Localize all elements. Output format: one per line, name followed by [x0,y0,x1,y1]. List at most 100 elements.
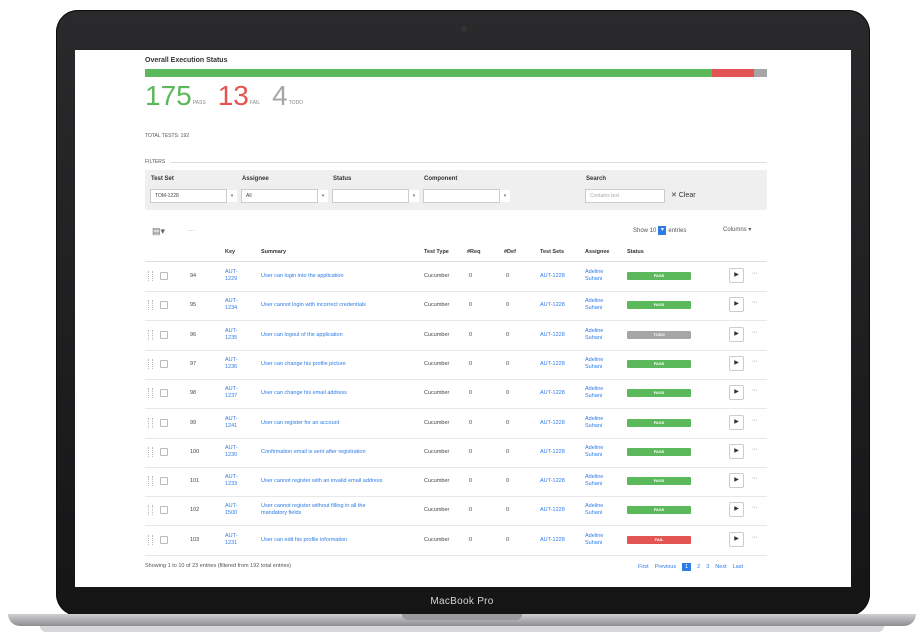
row-checkbox[interactable] [160,301,168,310]
assignee-link[interactable]: Adeline Suhani [585,269,603,283]
test-summary-link[interactable]: User can register for an account [261,420,419,427]
table-row[interactable]: 97 AUT- 1236 User can change his profile pi… [145,350,767,380]
page-3[interactable]: 3 [706,564,709,570]
row-checkbox[interactable] [160,389,168,398]
assignee-link[interactable]: Adeline Suhani [585,503,603,517]
page-size-select[interactable]: ▾ [658,226,667,235]
last-link[interactable]: Last [733,564,743,570]
more-icon[interactable]: ··· [751,358,758,365]
test-set-link[interactable]: AUT-1228 [540,273,565,280]
row-checkbox[interactable] [160,477,168,486]
more-icon[interactable]: ··· [751,417,758,424]
clear-button[interactable]: ✕ Clear [667,189,700,203]
page-1[interactable]: 1 [682,563,692,571]
test-key-link[interactable]: AUT- 1500 [225,503,238,517]
more-icon[interactable]: ··· [751,299,758,306]
play-icon[interactable]: ▶ [729,414,744,430]
more-icon[interactable]: ··· [751,387,758,394]
previous-link[interactable]: Previous [655,564,676,570]
search-input[interactable]: Contains text [585,189,665,203]
header-status[interactable]: Status [627,249,644,255]
table-row[interactable]: 100 AUT- 1230 Confirmation email is sent af… [145,438,767,468]
drag-handle-icon[interactable] [148,329,153,340]
assignee-link[interactable]: Adeline Suhani [585,298,603,312]
test-summary-link[interactable]: User can login into the application [261,273,419,280]
more-icon[interactable]: ··· [751,534,758,541]
play-icon[interactable]: ▶ [729,297,744,313]
test-summary-link[interactable]: User cannot login with incorrect credent… [261,302,419,309]
assignee-link[interactable]: Adeline Suhani [585,445,603,459]
test-set-link[interactable]: AUT-1228 [540,420,565,427]
test-key-link[interactable]: AUT- 1235 [225,328,238,342]
more-icon[interactable]: ··· [751,270,758,277]
header-req[interactable]: #Req [467,249,480,255]
page-2[interactable]: 2 [697,564,700,570]
more-icon[interactable]: ··· [751,504,758,511]
table-row[interactable]: 96 AUT- 1235 User can logout of the applica… [145,321,767,351]
test-key-link[interactable]: AUT- 1237 [225,386,238,400]
table-row[interactable]: 98 AUT- 1237 User can change his email addr… [145,379,767,410]
test-summary-link[interactable]: User cannot register with an invalid ema… [261,478,419,485]
play-icon[interactable]: ▶ [729,268,744,283]
test-set-link[interactable]: AUT-1228 [540,302,565,309]
row-checkbox[interactable] [160,447,168,456]
test-key-link[interactable]: AUT- 1241 [225,416,238,430]
row-checkbox[interactable] [160,418,168,427]
test-set-link[interactable]: AUT-1228 [540,537,565,544]
header-summary[interactable]: Summary [261,249,286,255]
more-icon[interactable]: ··· [187,226,195,235]
table-row[interactable]: 99 AUT- 1241 User can register for an accou… [145,409,767,439]
assignee-select[interactable]: All ▾ [241,189,328,203]
play-icon[interactable]: ▶ [729,531,744,547]
test-summary-link[interactable]: User can logout of the application [261,332,419,339]
test-summary-link[interactable]: User can change his email address [261,390,419,397]
table-row[interactable]: 102 AUT- 1500 User cannot register without … [145,496,767,527]
assignee-link[interactable]: Adeline Suhani [585,474,603,488]
table-row[interactable]: 101 AUT- 1233 User cannot register with an … [145,467,767,498]
drag-handle-icon[interactable] [148,534,153,545]
test-set-link[interactable]: AUT-1228 [540,449,565,456]
row-checkbox[interactable] [160,330,168,339]
test-set-link[interactable]: AUT-1228 [540,507,565,514]
drag-handle-icon[interactable] [148,271,153,281]
row-checkbox[interactable] [160,359,168,368]
export-icon[interactable]: ▤▾ [152,226,165,237]
status-select[interactable]: ▾ [332,189,419,203]
assignee-link[interactable]: Adeline Suhani [585,357,603,371]
test-key-link[interactable]: AUT- 1229 [225,269,238,283]
first-link[interactable]: First [638,564,649,570]
test-set-select[interactable]: TOM-1228 ▾ [150,189,237,203]
header-assignee[interactable]: Assignee [585,249,609,255]
test-key-link[interactable]: AUT- 1231 [225,533,238,547]
play-icon[interactable]: ▶ [729,473,744,489]
drag-handle-icon[interactable] [148,505,153,516]
test-set-link[interactable]: AUT-1228 [540,390,565,397]
test-key-link[interactable]: AUT- 1233 [225,474,238,488]
drag-handle-icon[interactable] [148,358,153,369]
drag-handle-icon[interactable] [148,300,153,311]
drag-handle-icon[interactable] [148,417,153,428]
play-icon[interactable]: ▶ [729,385,744,401]
assignee-link[interactable]: Adeline Suhani [585,416,603,430]
component-select[interactable]: ▾ [423,189,510,203]
row-checkbox[interactable] [160,272,168,280]
drag-handle-icon[interactable] [148,476,153,487]
table-row[interactable]: 95 AUT- 1234 User cannot login with incorre… [145,291,767,322]
play-icon[interactable]: ▶ [729,502,744,518]
assignee-link[interactable]: Adeline Suhani [585,386,603,400]
assignee-link[interactable]: Adeline Suhani [585,533,603,547]
play-icon[interactable]: ▶ [729,443,744,459]
table-row[interactable]: 94 AUT- 1229 User can login into the applic… [145,262,767,292]
test-summary-link[interactable]: Confirmation email is sent after registr… [261,449,419,456]
more-icon[interactable]: ··· [751,446,758,453]
test-set-link[interactable]: AUT-1228 [540,332,565,339]
play-icon[interactable]: ▶ [729,326,744,342]
header-test-type[interactable]: Test Type [424,249,449,255]
test-summary-link[interactable]: User can change his profile picture [261,361,419,368]
row-checkbox[interactable] [160,535,168,544]
test-key-link[interactable]: AUT- 1234 [225,298,238,312]
drag-handle-icon[interactable] [148,388,153,399]
test-set-link[interactable]: AUT-1228 [540,478,565,485]
play-icon[interactable]: ▶ [729,355,744,371]
test-key-link[interactable]: AUT- 1230 [225,445,238,459]
